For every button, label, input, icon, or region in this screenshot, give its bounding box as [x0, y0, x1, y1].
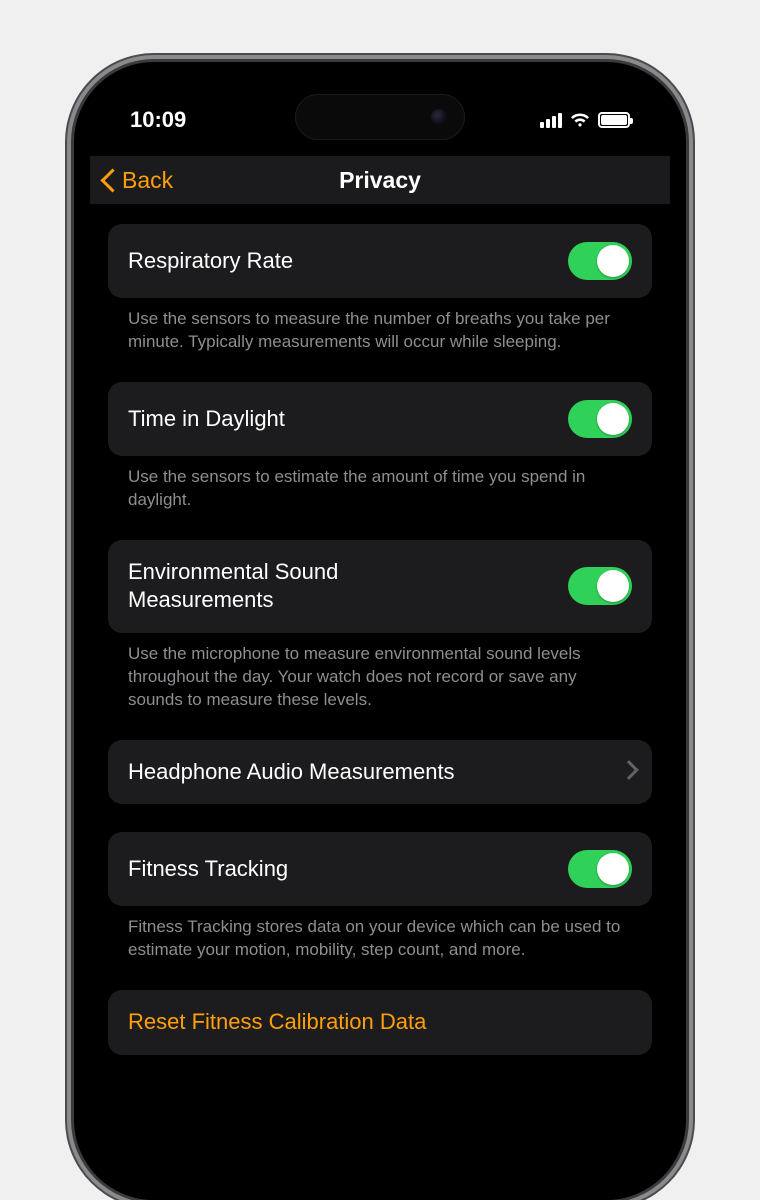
- chevron-right-icon: [622, 763, 632, 781]
- back-button[interactable]: Back: [104, 156, 173, 204]
- phone-power-button: [686, 370, 693, 500]
- row-environmental-sound[interactable]: Environmental Sound Measurements: [108, 540, 652, 633]
- phone-frame: 10:09 Back: [74, 62, 686, 1200]
- row-respiratory-rate[interactable]: Respiratory Rate: [108, 224, 652, 298]
- group-headphone: Headphone Audio Measurements: [108, 740, 652, 805]
- status-right: [540, 112, 630, 128]
- row-label: Time in Daylight: [128, 405, 285, 434]
- row-headphone-audio[interactable]: Headphone Audio Measurements: [108, 740, 652, 805]
- group-respiratory: Respiratory Rate Use the sensors to meas…: [108, 224, 652, 354]
- note-daylight: Use the sensors to estimate the amount o…: [108, 456, 652, 512]
- row-label: Environmental Sound Measurements: [128, 558, 428, 615]
- row-reset-calibration[interactable]: Reset Fitness Calibration Data: [108, 990, 652, 1055]
- note-fitness: Fitness Tracking stores data on your dev…: [108, 906, 652, 962]
- nav-bar: Back Privacy: [90, 156, 670, 204]
- stage: 10:09 Back: [0, 0, 760, 1200]
- chevron-left-icon: [104, 168, 118, 192]
- row-label: Respiratory Rate: [128, 247, 293, 276]
- toggle-time-in-daylight[interactable]: [568, 400, 632, 438]
- row-label: Headphone Audio Measurements: [128, 758, 455, 787]
- toggle-respiratory-rate[interactable]: [568, 242, 632, 280]
- note-respiratory: Use the sensors to measure the number of…: [108, 298, 652, 354]
- status-time: 10:09: [130, 107, 186, 133]
- row-label: Reset Fitness Calibration Data: [128, 1008, 426, 1037]
- phone-screen: 10:09 Back: [90, 76, 670, 1200]
- toggle-environmental-sound[interactable]: [568, 567, 632, 605]
- phone-volume-down: [67, 450, 74, 538]
- toggle-fitness-tracking[interactable]: [568, 850, 632, 888]
- row-time-in-daylight[interactable]: Time in Daylight: [108, 382, 652, 456]
- wifi-icon: [570, 112, 590, 128]
- page-title: Privacy: [339, 167, 421, 194]
- group-reset: Reset Fitness Calibration Data: [108, 990, 652, 1055]
- row-label: Fitness Tracking: [128, 855, 288, 884]
- settings-content[interactable]: Respiratory Rate Use the sensors to meas…: [90, 204, 670, 1200]
- group-daylight: Time in Daylight Use the sensors to esti…: [108, 382, 652, 512]
- note-env-sound: Use the microphone to measure environmen…: [108, 633, 652, 712]
- status-bar: 10:09: [90, 100, 670, 140]
- phone-volume-up: [67, 340, 74, 428]
- row-fitness-tracking[interactable]: Fitness Tracking: [108, 832, 652, 906]
- back-label: Back: [122, 167, 173, 194]
- battery-icon: [598, 112, 630, 128]
- group-env-sound: Environmental Sound Measurements Use the…: [108, 540, 652, 712]
- group-fitness: Fitness Tracking Fitness Tracking stores…: [108, 832, 652, 962]
- cellular-icon: [540, 112, 562, 128]
- phone-side-button: [67, 260, 74, 308]
